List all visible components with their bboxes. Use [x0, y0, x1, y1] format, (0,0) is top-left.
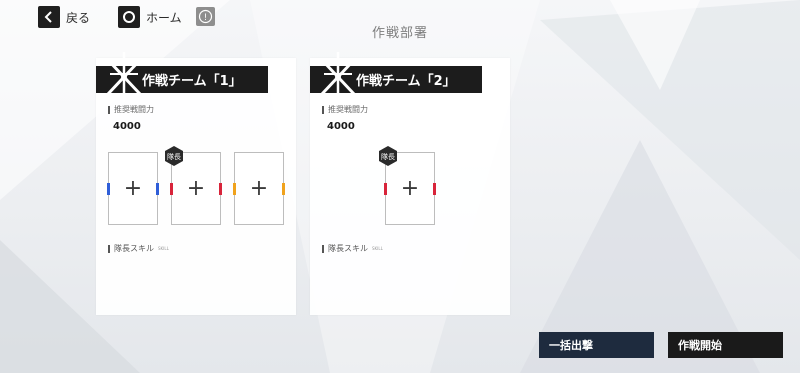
skill-label-sub: SKILL — [158, 246, 169, 251]
skill-label-text: 隊長スキル — [114, 244, 154, 253]
add-icon: + — [249, 175, 269, 201]
team-panel-2: 作戦チーム「2」 推奨戦闘力 4000 + 隊長 隊長スキル SKILL — [310, 52, 510, 315]
slot-accent-right — [156, 183, 159, 195]
recommended-power-value: 4000 — [113, 121, 141, 132]
slot-accent-right — [282, 183, 285, 195]
label-marker — [108, 105, 110, 114]
add-icon: + — [123, 175, 143, 201]
slot-accent-left — [384, 183, 387, 195]
team-name: 作戦チーム「2」 — [356, 74, 456, 89]
skill-label-sub: SKILL — [372, 246, 383, 251]
label-marker — [322, 244, 324, 253]
leader-badge: 隊長 — [379, 146, 397, 166]
skill-label-text: 隊長スキル — [328, 244, 368, 253]
recommended-power-value: 4000 — [327, 121, 355, 132]
leader-badge-text: 隊長 — [167, 152, 181, 161]
slot-accent-left — [170, 183, 173, 195]
add-icon: + — [400, 175, 420, 201]
slot-accent-right — [219, 183, 222, 195]
team-panel-1: 作戦チーム「1」 推奨戦闘力 4000 + + 隊長 + 隊長スキル SKILL — [96, 52, 296, 315]
team-name: 作戦チーム「1」 — [142, 74, 242, 89]
unit-slot-1[interactable]: + — [107, 152, 159, 225]
recommended-power-label: 推奨戦闘力 — [108, 104, 154, 115]
leader-skill-label: 隊長スキル SKILL — [322, 243, 383, 254]
page-title: 作戦部署 — [371, 26, 428, 41]
slot-accent-left — [107, 183, 110, 195]
leader-badge: 隊長 — [165, 146, 183, 166]
unit-slot-3[interactable]: + — [233, 152, 285, 225]
slot-accent-right — [433, 183, 436, 195]
team-emblem-icon — [106, 52, 142, 102]
add-icon: + — [186, 175, 206, 201]
power-label-text: 推奨戦闘力 — [328, 105, 368, 114]
leader-skill-label: 隊長スキル SKILL — [108, 243, 169, 254]
label-marker — [322, 105, 324, 114]
team-emblem-icon — [320, 52, 356, 102]
start-operation-button[interactable]: 作戦開始 — [668, 332, 783, 358]
dispatch-all-button[interactable]: 一括出撃 — [539, 332, 654, 358]
label-marker — [108, 244, 110, 253]
power-label-text: 推奨戦闘力 — [114, 105, 154, 114]
slot-accent-left — [233, 183, 236, 195]
recommended-power-label: 推奨戦闘力 — [322, 104, 368, 115]
leader-badge-text: 隊長 — [381, 152, 395, 161]
